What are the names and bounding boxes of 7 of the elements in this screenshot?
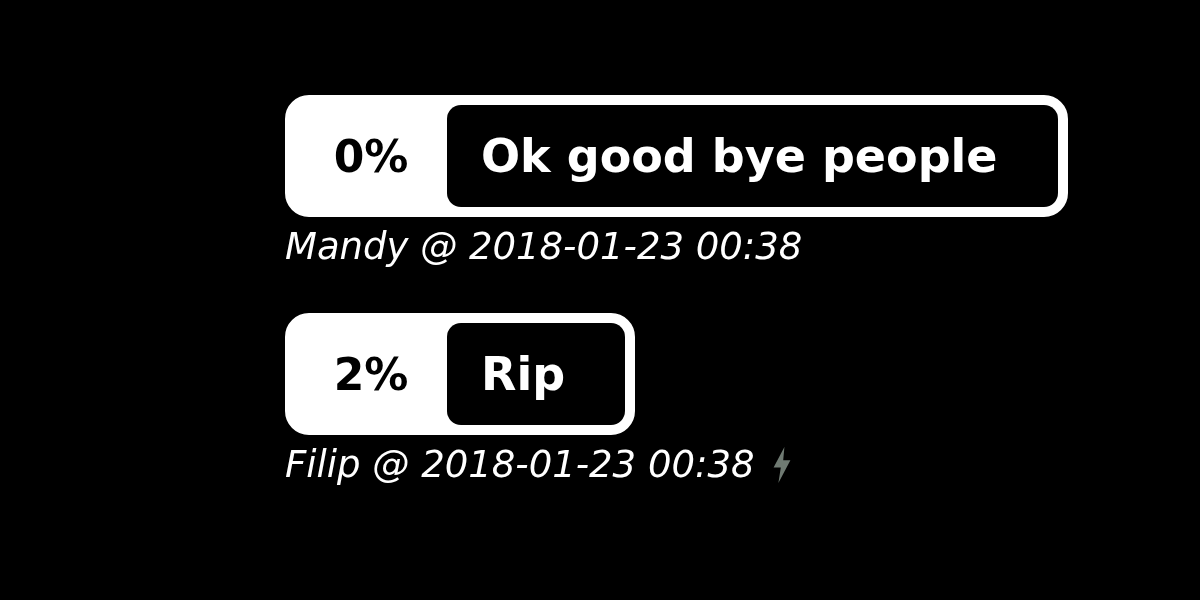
author-timestamp: Mandy @ 2018-01-23 00:38	[285, 225, 803, 268]
message-text: Rip	[447, 323, 626, 425]
percentage: 2%	[332, 347, 410, 402]
message-text: Ok good bye people	[447, 105, 1058, 207]
author-timestamp: Filip @ 2018-01-23 00:38	[285, 443, 755, 486]
percentage: 0%	[332, 129, 410, 184]
lightning-icon	[772, 446, 791, 483]
